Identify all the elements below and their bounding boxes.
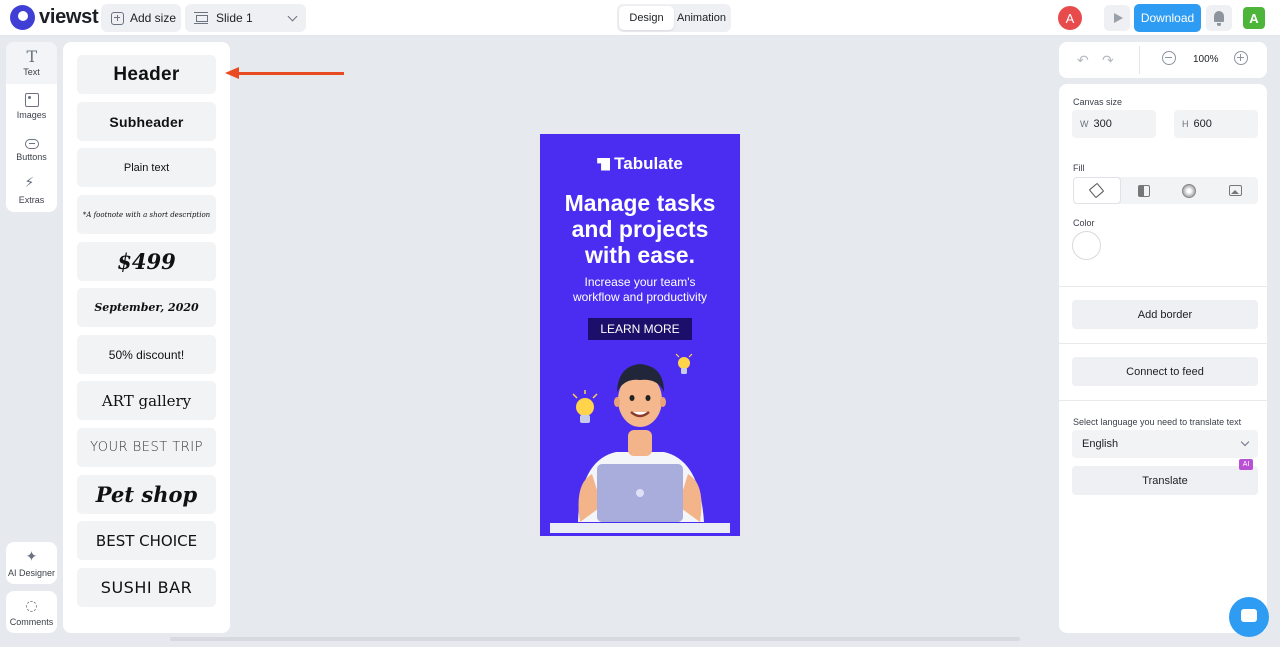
- comments-label: Comments: [9, 616, 54, 627]
- ai-badge: AI: [1239, 459, 1253, 470]
- canvas-size-label: Canvas size: [1073, 97, 1123, 107]
- sparkle-icon: ✦: [25, 548, 38, 565]
- translate-button[interactable]: Translate: [1072, 466, 1258, 495]
- annotation-arrow: [236, 72, 344, 75]
- fill-image-option[interactable]: [1212, 177, 1258, 204]
- fill-label: Fill: [1073, 163, 1085, 173]
- chevron-down-icon: [1240, 437, 1250, 447]
- comments-icon: ◌: [25, 597, 38, 614]
- radial-gradient-icon: [1182, 183, 1197, 198]
- language-value: English: [1082, 438, 1119, 450]
- rail-item-label: Text: [23, 66, 40, 77]
- logo-text: viewst: [39, 6, 99, 28]
- fill-solid-option[interactable]: [1073, 177, 1121, 204]
- banner-canvas[interactable]: Tabulate Manage tasks and projects with …: [540, 134, 740, 536]
- rail-item-text[interactable]: Text: [6, 42, 57, 84]
- rail-item-extras[interactable]: Extras: [6, 170, 57, 212]
- preset-header[interactable]: Header: [77, 55, 216, 94]
- height-value: 600: [1193, 118, 1212, 130]
- mode-switch: Design Animation: [617, 4, 731, 32]
- preset-subheader[interactable]: Subheader: [77, 102, 216, 141]
- chat-support-button[interactable]: [1229, 597, 1269, 637]
- viewst-logo-icon: [10, 5, 35, 30]
- ai-designer-label: AI Designer: [7, 567, 56, 578]
- divider: [1059, 343, 1267, 344]
- zoom-level: 100%: [1193, 54, 1219, 65]
- collaborator-avatar[interactable]: A: [1058, 6, 1082, 30]
- lightbulb-icon: [675, 353, 693, 374]
- zoom-out-icon[interactable]: [1162, 51, 1176, 65]
- preset-footnote[interactable]: *A footnote with a short description: [77, 195, 216, 234]
- rail-item-label: Images: [16, 109, 47, 120]
- add-size-label: Add size: [130, 11, 177, 25]
- translate-language-label: Select language you need to translate te…: [1073, 417, 1242, 427]
- text-presets-panel: Header Subheader Plain text *A footnote …: [63, 42, 230, 633]
- rail-item-buttons[interactable]: Buttons: [6, 128, 57, 170]
- text-icon: [25, 47, 39, 66]
- divider: [1059, 286, 1267, 287]
- image-icon: [1228, 185, 1242, 196]
- rail-item-label: Extras: [18, 194, 45, 205]
- plus-icon: [111, 11, 124, 25]
- comments-button[interactable]: ◌ Comments: [6, 591, 57, 633]
- linear-gradient-icon: [1137, 184, 1150, 197]
- image-icon: [24, 92, 39, 107]
- preset-best-trip[interactable]: YOUR BEST TRIP: [77, 428, 216, 467]
- width-field[interactable]: W 300: [1072, 110, 1156, 138]
- fill-radial-gradient-option[interactable]: [1167, 177, 1213, 204]
- preset-pet-shop[interactable]: Pet shop: [77, 475, 216, 514]
- preset-date[interactable]: September, 2020: [77, 288, 216, 327]
- preset-best-choice[interactable]: BEST CHOICE: [77, 521, 216, 560]
- width-key: W: [1080, 119, 1089, 129]
- preset-price[interactable]: $499: [77, 242, 216, 281]
- divider: [1139, 46, 1140, 74]
- undo-icon[interactable]: ↶: [1077, 53, 1089, 69]
- person-with-laptop-illustration[interactable]: [540, 134, 740, 536]
- paint-bucket-icon: [1089, 182, 1105, 199]
- tab-animation[interactable]: Animation: [674, 6, 729, 30]
- lightbulb-icon: [572, 390, 598, 423]
- rail-item-images[interactable]: Images: [6, 85, 57, 127]
- slide-selector[interactable]: Slide 1: [185, 4, 306, 32]
- user-avatar[interactable]: A: [1243, 7, 1265, 29]
- preset-plain-text[interactable]: Plain text: [77, 148, 216, 187]
- tab-design[interactable]: Design: [619, 6, 674, 30]
- divider: [1059, 400, 1267, 401]
- height-field[interactable]: H 600: [1174, 110, 1258, 138]
- zoom-in-icon[interactable]: [1234, 51, 1248, 65]
- language-select[interactable]: English: [1072, 430, 1258, 458]
- history-zoom-bar: ↶ ↷ 100%: [1059, 42, 1267, 78]
- connect-to-feed-button[interactable]: Connect to feed: [1072, 357, 1258, 386]
- notifications-button[interactable]: [1206, 5, 1232, 31]
- button-icon: [24, 138, 39, 149]
- play-preview-button[interactable]: [1104, 5, 1130, 31]
- preset-discount[interactable]: 50% discount!: [77, 335, 216, 374]
- preset-art-gallery[interactable]: ART gallery: [77, 381, 216, 420]
- height-key: H: [1182, 119, 1189, 129]
- chevron-down-icon: [287, 11, 298, 22]
- color-swatch[interactable]: [1072, 231, 1101, 260]
- add-size-button[interactable]: Add size: [101, 4, 181, 32]
- arrow-left-icon: [225, 67, 239, 79]
- horizontal-scrollbar[interactable]: [170, 637, 1020, 641]
- ai-designer-button[interactable]: ✦ AI Designer: [6, 542, 57, 584]
- redo-icon[interactable]: ↷: [1102, 53, 1114, 69]
- bolt-icon: [25, 175, 39, 192]
- width-value: 300: [1093, 118, 1112, 130]
- fill-linear-gradient-option[interactable]: [1121, 177, 1167, 204]
- app-logo[interactable]: viewst: [10, 5, 99, 30]
- download-button[interactable]: Download: [1134, 4, 1201, 32]
- slide-selected-label: Slide 1: [216, 11, 253, 25]
- top-bar: viewst Add size Slide 1 Design Animation…: [0, 0, 1280, 36]
- color-label: Color: [1073, 218, 1095, 228]
- add-border-button[interactable]: Add border: [1072, 300, 1258, 329]
- properties-panel: Canvas size W 300 H 600 Fill Color Add b…: [1059, 84, 1267, 633]
- slide-icon: [194, 12, 208, 24]
- preset-sushi-bar[interactable]: SUSHI BAR: [77, 568, 216, 607]
- rail-item-label: Buttons: [16, 151, 47, 162]
- bell-icon: [1214, 11, 1224, 26]
- tool-rail: Text Images Buttons Extras: [6, 42, 57, 212]
- fill-type-selector: [1073, 177, 1258, 204]
